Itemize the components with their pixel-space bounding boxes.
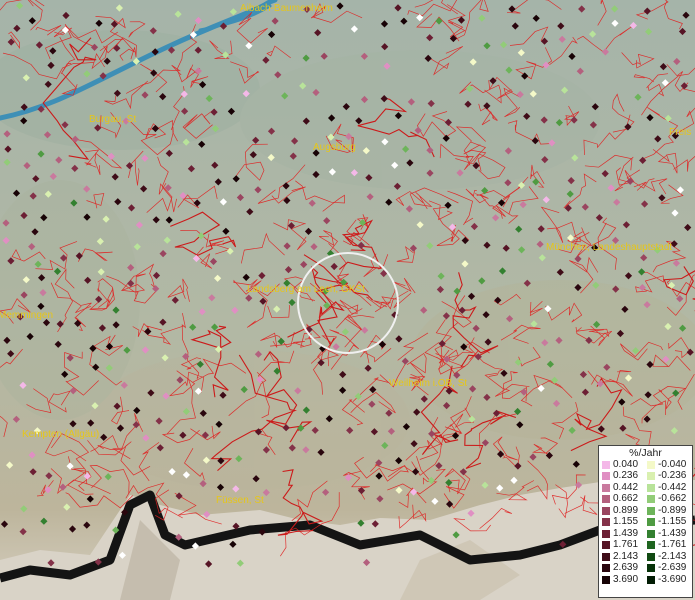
legend-value: 1.761 (613, 539, 639, 551)
legend-entry: -1.155 (647, 517, 692, 529)
legend-value: 1.155 (613, 516, 639, 528)
legend-entry: -1.439 (647, 528, 692, 540)
legend-value: 0.899 (613, 504, 639, 516)
legend-swatch (602, 529, 610, 538)
legend-value: 0.040 (613, 458, 639, 470)
city-label: Burgau, St (89, 114, 136, 125)
legend-value: -0.899 (658, 504, 687, 516)
legend-swatch (647, 541, 655, 550)
city-label: Augsburg (313, 142, 356, 153)
city-label: Landsberg am Lech, GKSt (247, 284, 365, 295)
legend-entry: -0.040 (647, 459, 692, 471)
legend-swatch (647, 460, 655, 469)
legend-value: -2.639 (658, 562, 687, 574)
legend-swatch (647, 472, 655, 481)
legend-entry: -3.690 (647, 574, 692, 586)
city-label: Aibach-Baumenheim (240, 3, 333, 14)
legend-entry: 1.761 (602, 540, 647, 552)
legend-swatch (602, 506, 610, 515)
legend-entry: 0.236 (602, 471, 647, 483)
legend-entry: -2.143 (647, 551, 692, 563)
legend-value: 0.442 (613, 481, 639, 493)
legend-entry: -0.236 (647, 471, 692, 483)
legend-entry: -1.761 (647, 540, 692, 552)
legend-swatch (602, 460, 610, 469)
legend-value: -0.040 (658, 458, 687, 470)
legend-value: -2.143 (658, 550, 687, 562)
legend-value: -0.662 (658, 493, 687, 505)
legend-entry: 0.662 (602, 494, 647, 506)
legend-entry: 0.442 (602, 482, 647, 494)
legend-swatch (647, 495, 655, 504)
legend-swatch (647, 575, 655, 584)
legend-swatch (602, 483, 610, 492)
legend-swatch (647, 564, 655, 573)
legend-value: -1.761 (658, 539, 687, 551)
legend-swatch (647, 518, 655, 527)
legend-entry: -0.442 (647, 482, 692, 494)
legend-swatch (647, 483, 655, 492)
legend-entry: 2.639 (602, 563, 647, 575)
legend-swatch (602, 552, 610, 561)
legend-entry: 0.899 (602, 505, 647, 517)
legend-entry: -2.639 (647, 563, 692, 575)
legend-swatch (602, 518, 610, 527)
legend-value: -3.690 (658, 573, 687, 585)
map-canvas[interactable]: Aibach-Baumenheim Burgau, St Augsburg Fr… (0, 0, 695, 600)
legend-value: 0.236 (613, 470, 639, 482)
legend-entry: 0.040 (602, 459, 647, 471)
city-label: Kempten (Allgäu) (22, 429, 99, 440)
city-label: Freis (669, 127, 691, 138)
legend-swatch (602, 541, 610, 550)
legend-swatch (602, 564, 610, 573)
legend-swatch (602, 472, 610, 481)
legend-entry: -0.899 (647, 505, 692, 517)
legend-value: -0.442 (658, 481, 687, 493)
legend-entry: 1.155 (602, 517, 647, 529)
legend-swatch (647, 529, 655, 538)
legend-swatch (602, 495, 610, 504)
legend: %/Jahr 0.040 0.236 0.442 0.662 0.899 1.1… (598, 445, 693, 598)
legend-value: 3.690 (613, 573, 639, 585)
legend-value: 1.439 (613, 527, 639, 539)
legend-negative-column: -0.040 -0.236 -0.442 -0.662 -0.899 -1.15… (647, 459, 692, 586)
legend-swatch (647, 552, 655, 561)
legend-value: -1.155 (658, 516, 687, 528)
legend-value: -1.439 (658, 527, 687, 539)
city-label: Füssen, St (216, 495, 264, 506)
legend-value: -0.236 (658, 470, 687, 482)
legend-value: 2.143 (613, 550, 639, 562)
legend-value: 2.639 (613, 562, 639, 574)
legend-swatch (647, 506, 655, 515)
legend-entry: 2.143 (602, 551, 647, 563)
city-label: München, Landeshauptstadt (546, 242, 672, 253)
city-label: Memmingen (0, 310, 53, 321)
legend-positive-column: 0.040 0.236 0.442 0.662 0.899 1.155 1.43… (602, 459, 647, 586)
legend-entry: 1.439 (602, 528, 647, 540)
legend-entry: 3.690 (602, 574, 647, 586)
legend-entry: -0.662 (647, 494, 692, 506)
legend-title: %/Jahr (629, 447, 662, 459)
legend-value: 0.662 (613, 493, 639, 505)
legend-swatch (602, 575, 610, 584)
city-label: Weilheim i.OB, St (389, 378, 467, 389)
